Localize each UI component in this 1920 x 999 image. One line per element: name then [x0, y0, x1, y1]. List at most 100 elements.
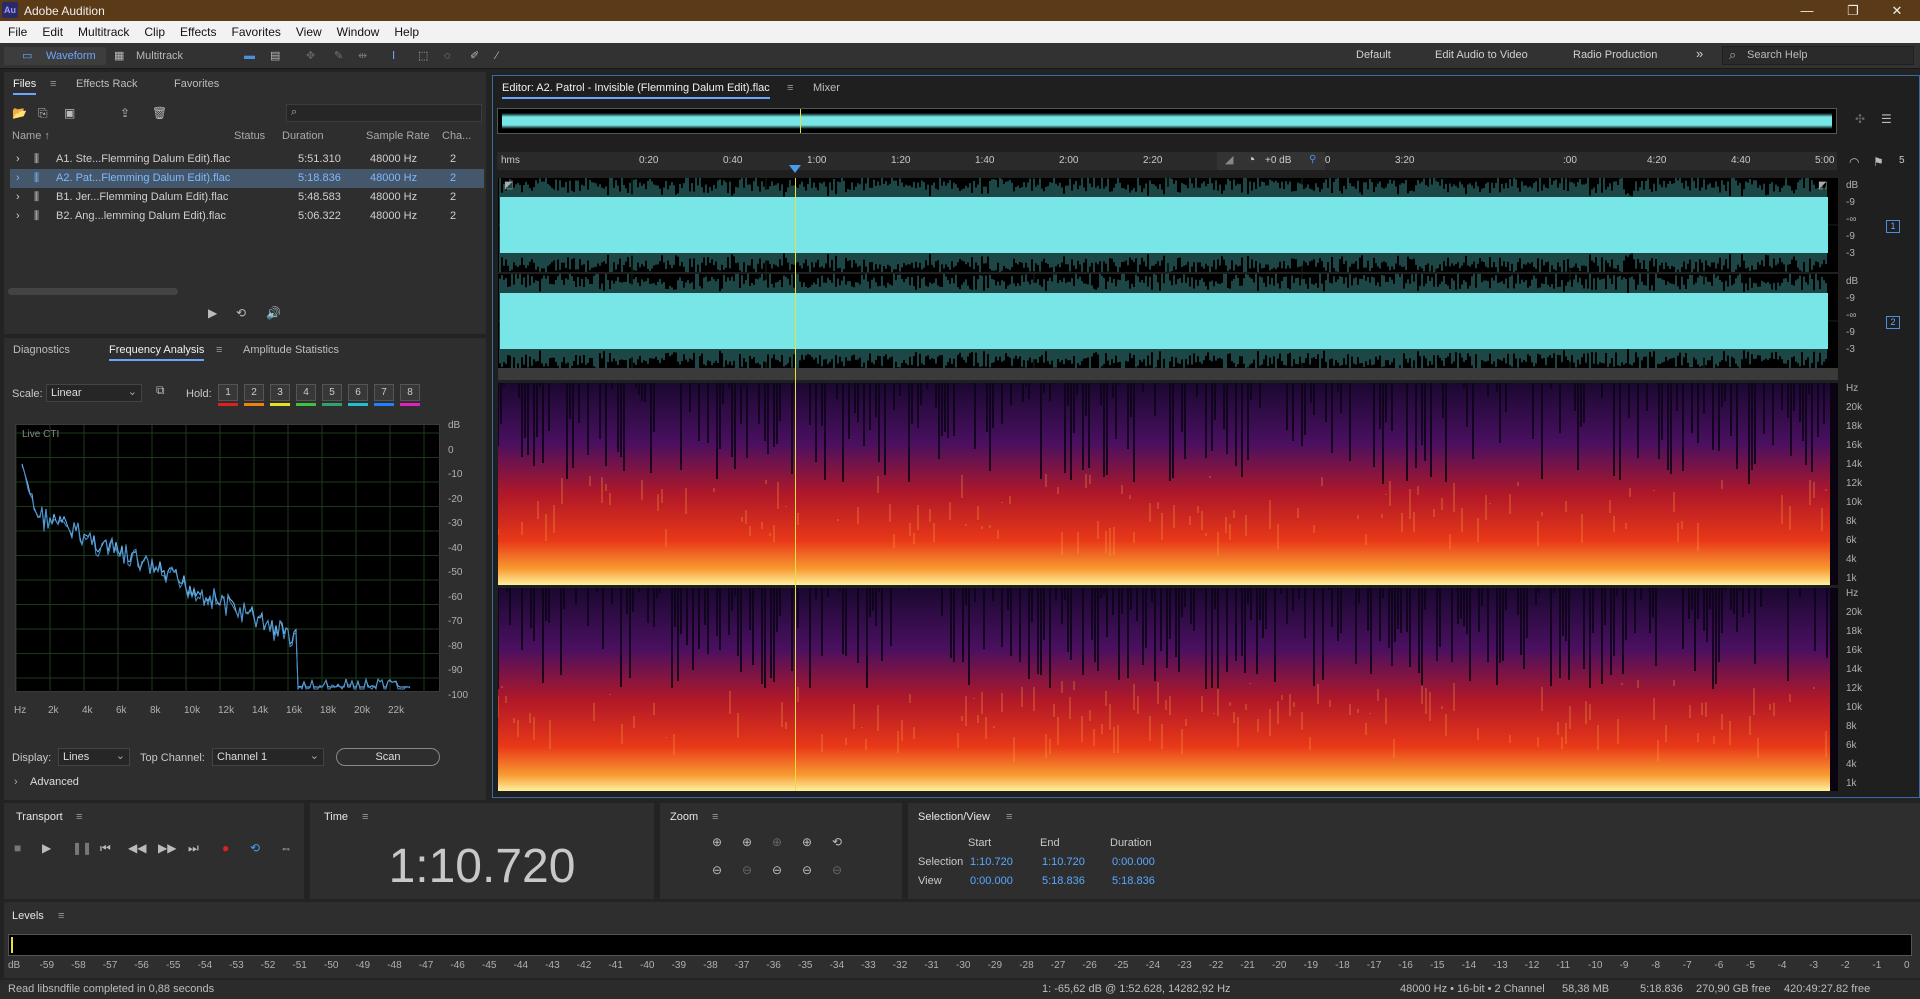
zoom-in-at-start-icon[interactable]: ⊕: [802, 835, 812, 849]
marker-icon[interactable]: ⚑: [1873, 155, 1884, 169]
selection-duration[interactable]: 0:00.000: [1112, 856, 1155, 868]
copy-icon[interactable]: ⧉: [156, 383, 165, 398]
scan-button[interactable]: Scan: [336, 748, 440, 766]
brush-tool-icon[interactable]: ✐: [470, 47, 479, 65]
menu-help[interactable]: Help: [386, 21, 426, 39]
import-file-icon[interactable]: ⎘: [38, 106, 48, 121]
chevron-right-icon[interactable]: ›: [16, 210, 20, 222]
record-icon[interactable]: ●: [222, 841, 229, 855]
razor-tool-icon[interactable]: ✎: [334, 47, 343, 65]
skip-to-start-icon[interactable]: ⏮: [100, 841, 111, 856]
panel-menu-icon[interactable]: ≡: [50, 78, 56, 90]
column-sample-rate[interactable]: Sample Rate: [366, 130, 430, 142]
chevron-right-icon[interactable]: ›: [16, 172, 20, 184]
menu-window[interactable]: Window: [329, 21, 387, 39]
stop-icon[interactable]: ■: [14, 841, 21, 855]
view-end[interactable]: 5:18.836: [1042, 875, 1085, 887]
column-status[interactable]: Status: [234, 130, 265, 142]
advanced-toggle[interactable]: Advanced: [30, 776, 79, 788]
file-row[interactable]: › ⫼ B2. Ang...lemming Dalum Edit).flac 5:06…: [10, 207, 484, 226]
tab-editor[interactable]: Editor: A2. Patrol - Invisible (Flemming…: [502, 82, 770, 99]
hold-button-8[interactable]: 8: [400, 384, 420, 401]
skip-selection-icon[interactable]: ⇔: [280, 841, 292, 855]
close-icon[interactable]: ✕: [1874, 0, 1920, 21]
search-help-input[interactable]: Search Help: [1722, 46, 1914, 65]
rewind-icon[interactable]: ◀◀: [128, 841, 146, 855]
tab-amplitude-statistics[interactable]: Amplitude Statistics: [243, 344, 339, 356]
panel-menu-icon[interactable]: ≡: [787, 82, 793, 94]
panel-menu-icon[interactable]: ≡: [58, 910, 64, 922]
column-duration[interactable]: Duration: [282, 130, 324, 142]
autoplay-icon[interactable]: 🔊: [266, 306, 281, 320]
tab-effects-rack[interactable]: Effects Rack: [76, 78, 138, 90]
zoom-to-selection-icon[interactable]: ⊕: [772, 835, 782, 849]
menu-view[interactable]: View: [288, 21, 329, 39]
time-selection-tool-icon[interactable]: Ⅰ: [392, 47, 395, 65]
open-file-icon[interactable]: 📂: [12, 106, 27, 120]
hud-volume[interactable]: ◢ ◔ +0 dB ⚲: [1217, 151, 1325, 170]
hold-button-1[interactable]: 1: [218, 384, 238, 401]
hold-button-6[interactable]: 6: [348, 384, 368, 401]
splitter[interactable]: [498, 368, 1838, 380]
move-tool-icon[interactable]: ✥: [306, 47, 315, 65]
hold-button-4[interactable]: 4: [296, 384, 316, 401]
hold-button-3[interactable]: 3: [270, 384, 290, 401]
maximize-icon[interactable]: ❐: [1830, 0, 1876, 21]
multitrack-view-button[interactable]: ▦ Multitrack: [112, 47, 192, 65]
tab-mixer[interactable]: Mixer: [813, 82, 840, 94]
menu-file[interactable]: File: [0, 21, 34, 39]
volume-knob-icon[interactable]: ◔: [1247, 151, 1255, 167]
scale-dropdown[interactable]: Linear: [46, 384, 142, 402]
spectrogram-channel-2[interactable]: [498, 588, 1838, 791]
loop-icon[interactable]: ⟲: [236, 306, 246, 320]
zoom-reset-icon[interactable]: ⟲: [832, 835, 842, 849]
new-file-icon[interactable]: ▣: [64, 106, 75, 120]
insert-into-multitrack-icon[interactable]: ⇪: [120, 106, 130, 120]
pitch-display-icon[interactable]: ▤: [270, 47, 280, 65]
chevron-right-icon[interactable]: ›: [16, 191, 20, 203]
column-name[interactable]: Name ↑: [12, 130, 50, 142]
fast-forward-icon[interactable]: ▶▶: [158, 841, 176, 855]
panel-menu-icon[interactable]: ≡: [216, 344, 222, 356]
play-icon[interactable]: ▶: [42, 841, 51, 855]
tab-files[interactable]: Files: [13, 78, 37, 95]
chevron-right-icon[interactable]: ›: [16, 153, 20, 165]
workspace-radio-production[interactable]: Radio Production: [1573, 49, 1657, 61]
file-row[interactable]: › ⫼ A1. Ste...Flemming Dalum Edit).flac 5:5…: [10, 150, 484, 169]
file-row[interactable]: › ⫼ B1. Jer...Flemming Dalum Edit).flac 5:4…: [10, 188, 484, 207]
panel-menu-icon[interactable]: ≡: [712, 811, 718, 823]
snap-icon[interactable]: ◠: [1849, 155, 1859, 169]
skip-to-end-icon[interactable]: ⏭: [188, 841, 199, 856]
tab-favorites[interactable]: Favorites: [174, 78, 219, 90]
menu-clip[interactable]: Clip: [136, 21, 172, 39]
slip-tool-icon[interactable]: ⇹: [358, 47, 367, 65]
zoom-lock-icon[interactable]: ✣: [1855, 112, 1865, 126]
view-start[interactable]: 0:00.000: [970, 875, 1013, 887]
view-duration[interactable]: 5:18.836: [1112, 875, 1155, 887]
hold-button-7[interactable]: 7: [374, 384, 394, 401]
more-workspaces-icon[interactable]: »: [1696, 46, 1703, 61]
menu-multitrack[interactable]: Multitrack: [70, 21, 136, 39]
panel-menu-icon[interactable]: ≡: [362, 811, 368, 823]
zoom-selected-tracks-icon[interactable]: ⊖: [832, 863, 842, 877]
loop-playback-icon[interactable]: ⟲: [250, 841, 260, 855]
time-ruler[interactable]: hms0:200:401:001:201:402:002:202:403:003…: [497, 152, 1905, 170]
chevron-right-icon[interactable]: ›: [14, 776, 18, 788]
display-dropdown[interactable]: Lines: [58, 748, 130, 766]
waveform-view-button[interactable]: ▭ Waveform: [4, 47, 106, 65]
tab-frequency-analysis[interactable]: Frequency Analysis: [109, 344, 205, 361]
panel-menu-icon[interactable]: ≡: [76, 811, 82, 823]
hold-button-5[interactable]: 5: [322, 384, 342, 401]
files-search-input[interactable]: ⌕: [286, 104, 482, 122]
top-channel-dropdown[interactable]: Channel 1: [212, 748, 324, 766]
waveform-channel-1[interactable]: [498, 173, 1838, 277]
frequency-graph[interactable]: Live CTI: [15, 424, 441, 693]
selection-start[interactable]: 1:10.720: [970, 856, 1013, 868]
zoom-out-time-icon[interactable]: ⊖: [742, 863, 752, 877]
zoom-in-time-icon[interactable]: ⊕: [742, 835, 752, 849]
zoom-out-full-icon[interactable]: ⊖: [772, 863, 782, 877]
selection-end[interactable]: 1:10.720: [1042, 856, 1085, 868]
overview-navigator[interactable]: [497, 108, 1837, 134]
column-channels[interactable]: Cha...: [442, 130, 471, 142]
close-file-icon[interactable]: 🗑: [152, 106, 167, 120]
